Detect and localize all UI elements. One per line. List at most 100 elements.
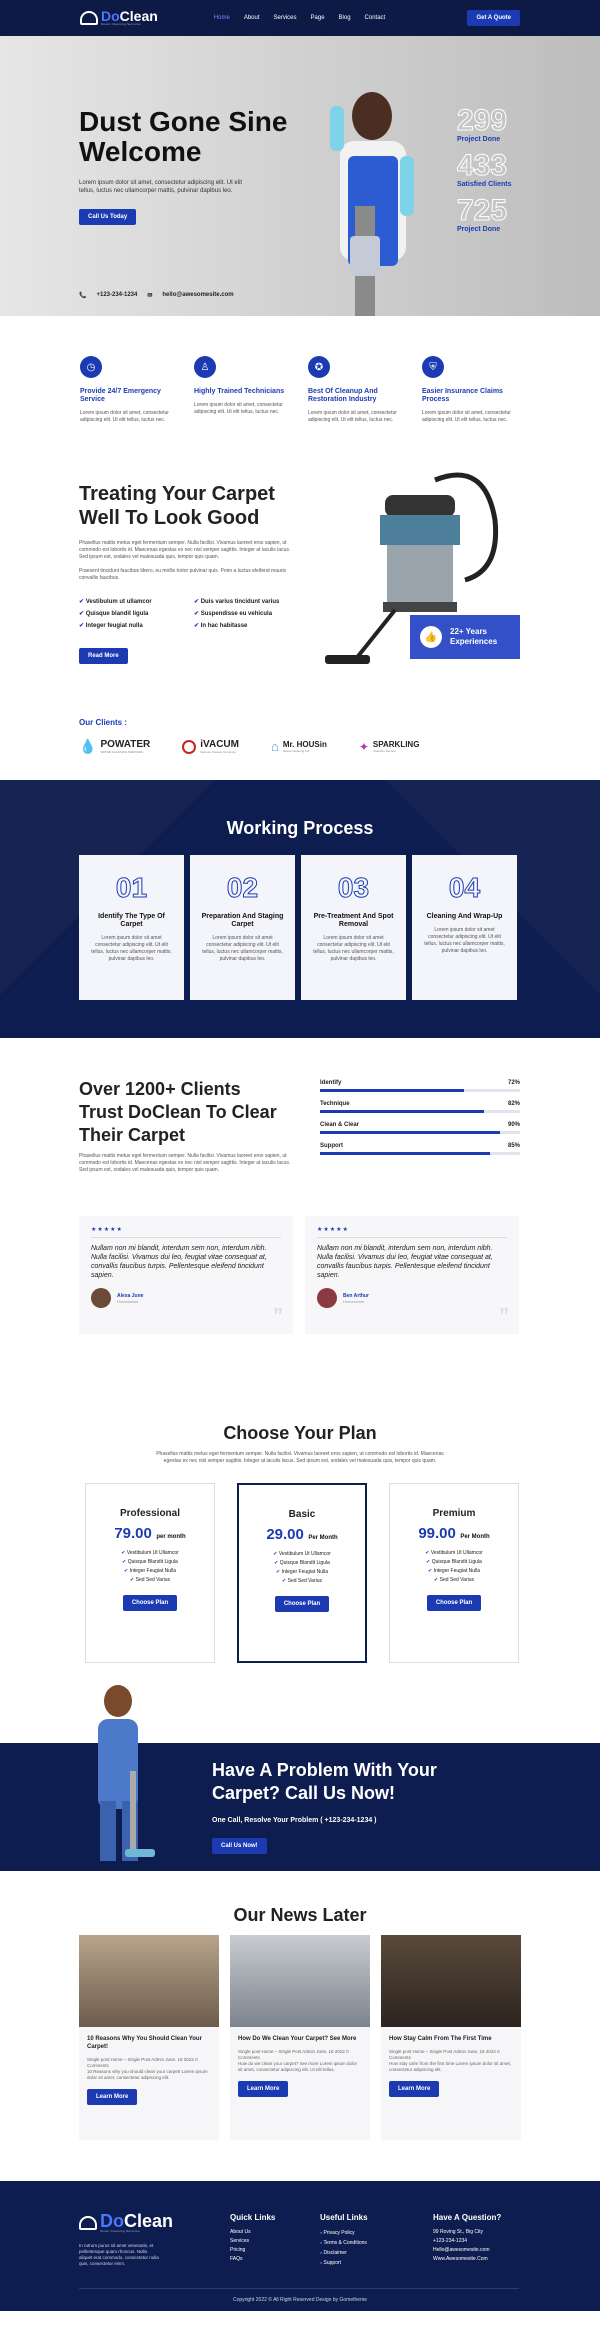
choose-plan-button[interactable]: Choose Plan [426, 1595, 482, 1611]
avatar [317, 1288, 337, 1308]
news-meta: Single post Home – Single Post Admin Jun… [238, 2049, 349, 2060]
feature-title: Provide 24/7 Emergency Service [80, 388, 161, 403]
plan-card-basic: Basic 29.00 Per Month Vestibulum Ut Ulla… [237, 1483, 367, 1663]
client-logo-sparkling[interactable]: ✦ SPARKLING Cleaning Service [359, 740, 420, 754]
stat-item: 433 Satisfied Clients [456, 150, 511, 188]
skill-value: 85% [507, 1143, 520, 1149]
footer-link[interactable]: Disclaimer [320, 2248, 368, 2258]
footer-website[interactable]: Www.Awesomesite.Com [433, 2255, 501, 2264]
thumbs-up-icon: 👍 [420, 626, 442, 648]
plan-feature: Sed Sed Varius [239, 1577, 365, 1586]
news-card[interactable]: How Stay Calm From The First Time Single… [381, 1935, 521, 2140]
learn-more-button[interactable]: Learn More [389, 2081, 440, 2097]
clients-label: Our Clients : [79, 718, 128, 727]
logo[interactable]: DoClean Smart Cleaning Services [80, 9, 158, 26]
news-card-title[interactable]: How Do We Clean Your Carpet? See More [238, 2035, 362, 2043]
testimonial-card: ★★★★★ Nullam non mi blandit, interdum se… [305, 1216, 519, 1334]
learn-more-button[interactable]: Learn More [238, 2081, 289, 2097]
feature-item: ⛨ Easier Insurance Claims Process Lorem … [422, 356, 518, 424]
nav-about[interactable]: About [244, 15, 260, 21]
plan-cards: Professional 79.00 per month Vestibulum … [85, 1483, 519, 1663]
nav-contact[interactable]: Contact [365, 15, 386, 21]
news-desc: How do we clean your carpet? see more Lo… [238, 2061, 358, 2072]
water-drop-icon: 💧 [79, 738, 97, 754]
check-item: Suspendisse eu vehicula [194, 610, 309, 617]
footer-link[interactable]: About Us [230, 2228, 275, 2237]
client-logo-powater[interactable]: 💧 POWATER WATER CLEANING SERVICES [79, 738, 150, 755]
nav-home[interactable]: Home [214, 15, 230, 21]
plan-feature: Integer Feugiat Nulla [86, 1567, 214, 1576]
plan-feature: Vestibulum Ut Ullamcor [390, 1549, 518, 1558]
news-desc: 10 Reasons why you should clean your car… [87, 2069, 208, 2080]
client-sub: House Cleaning Ltd [282, 749, 310, 753]
process-step-title: Identify The Type Of Carpet [98, 913, 165, 928]
carpet-title: Treating Your Carpet Well To Look Good [79, 483, 275, 529]
footer-email[interactable]: Hello@awesomesite.com [433, 2246, 501, 2255]
stat-item: 725 Project Done [456, 195, 511, 233]
feature-title: Best Of Cleanup And Restoration Industry [308, 388, 378, 403]
check-item: Duis varius tincidunt varius [194, 598, 309, 605]
avatar [91, 1288, 111, 1308]
main-nav: Home About Services Page Blog Contact [214, 15, 385, 21]
client-logo-mrhousin[interactable]: ⌂ Mr. HOUSin House Cleaning Ltd [271, 739, 327, 754]
footer-link[interactable]: Privacy Policy [320, 2228, 368, 2238]
skill-bar [320, 1152, 520, 1155]
footer-link[interactable]: Services [230, 2237, 275, 2246]
process-step-desc: Lorem ipsum dolor sit amet consectetur a… [91, 935, 172, 962]
stat-label: Project Done [457, 226, 501, 233]
cta-cleaner-image [98, 1685, 155, 1861]
plan-period: per month [156, 1534, 186, 1540]
feature-item: ✪ Best Of Cleanup And Restoration Indust… [308, 356, 404, 424]
skill-fill [320, 1110, 484, 1113]
footer-link[interactable]: Pricing [230, 2246, 275, 2255]
hero-phone[interactable]: +123-234-1234 [96, 292, 137, 298]
call-us-today-button[interactable]: Call Us Today [79, 209, 137, 225]
pricing-title: Choose Your Plan [223, 1423, 377, 1443]
hero-stats: 299 Project Done 433 Satisfied Clients 7… [456, 105, 511, 241]
site-footer: DoClean Smart Cleaning Services In rutru… [0, 2181, 600, 2311]
house-icon: ⌂ [270, 739, 279, 754]
nav-services[interactable]: Services [274, 15, 297, 21]
hero-email[interactable]: hello@awesomesite.com [162, 292, 233, 298]
features-section: ◷ Provide 24/7 Emergency Service Lorem i… [0, 316, 600, 424]
plan-price: 79.00 [114, 1525, 152, 1542]
news-card-title[interactable]: How Stay Calm From The First Time [389, 2035, 513, 2043]
client-logo-ivacum[interactable]: iVACUM Vacuum Cleaner Company [182, 739, 239, 754]
check-item: Integer feugiat nulla [79, 622, 194, 629]
footer-link[interactable]: Support [320, 2258, 368, 2268]
client-name: POWATER [100, 739, 151, 750]
process-step-desc: Lorem ipsum dolor sit amet consectetur a… [313, 935, 394, 962]
plan-price: 29.00 [266, 1526, 304, 1543]
experience-years: 22+ Years [450, 627, 488, 636]
footer-logo[interactable]: DoClean Smart Cleaning Services [79, 2212, 173, 2233]
logo-mark-icon [79, 2216, 97, 2230]
plan-feature: Vestibulum Ut Ullamcor [86, 1549, 214, 1558]
footer-contact: Have A Question? 99 Roving St., Big City… [433, 2213, 501, 2264]
nav-blog[interactable]: Blog [339, 15, 351, 21]
footer-description: In rutrum purus sit amet venenatis, et p… [79, 2243, 159, 2266]
plan-price: 99.00 [418, 1525, 456, 1542]
footer-phone[interactable]: +123-234-1234 [433, 2237, 501, 2246]
hero-title: Dust Gone Sine Welcome [79, 106, 288, 167]
footer-quick-links: Quick Links About Us Services Pricing FA… [230, 2213, 275, 2264]
plan-feature: Quisque Blandit Ligula [239, 1559, 365, 1568]
nav-page[interactable]: Page [311, 15, 325, 21]
read-more-button[interactable]: Read More [79, 648, 128, 664]
get-quote-button[interactable]: Get A Quote [467, 10, 520, 26]
feature-desc: Lorem ipsum dolor sit amet, consectetur … [80, 410, 169, 423]
news-desc: How stay calm from the first time Lorem … [389, 2061, 512, 2072]
plan-card-premium: Premium 99.00 Per Month Vestibulum Ut Ul… [389, 1483, 519, 1663]
news-card[interactable]: 10 Reasons Why You Should Clean Your Car… [79, 1935, 219, 2140]
news-meta: Single post Home – Single Post Admin Jun… [389, 2049, 500, 2060]
choose-plan-button[interactable]: Choose Plan [122, 1595, 178, 1611]
footer-link[interactable]: Terms & Conditions [320, 2238, 368, 2248]
process-card: 02 Preparation And Staging Carpet Lorem … [190, 855, 295, 1000]
call-us-now-button[interactable]: Call Us Now! [212, 1838, 267, 1854]
carpet-paragraph: Phasellus mattis metus eget fermentum se… [79, 540, 291, 560]
news-card-title[interactable]: 10 Reasons Why You Should Clean Your Car… [87, 2035, 211, 2051]
choose-plan-button[interactable]: Choose Plan [274, 1596, 330, 1612]
learn-more-button[interactable]: Learn More [87, 2089, 138, 2105]
site-header: DoClean Smart Cleaning Services Home Abo… [0, 0, 600, 36]
news-card[interactable]: How Do We Clean Your Carpet? See More Si… [230, 1935, 370, 2140]
footer-link[interactable]: FAQs [230, 2255, 275, 2264]
